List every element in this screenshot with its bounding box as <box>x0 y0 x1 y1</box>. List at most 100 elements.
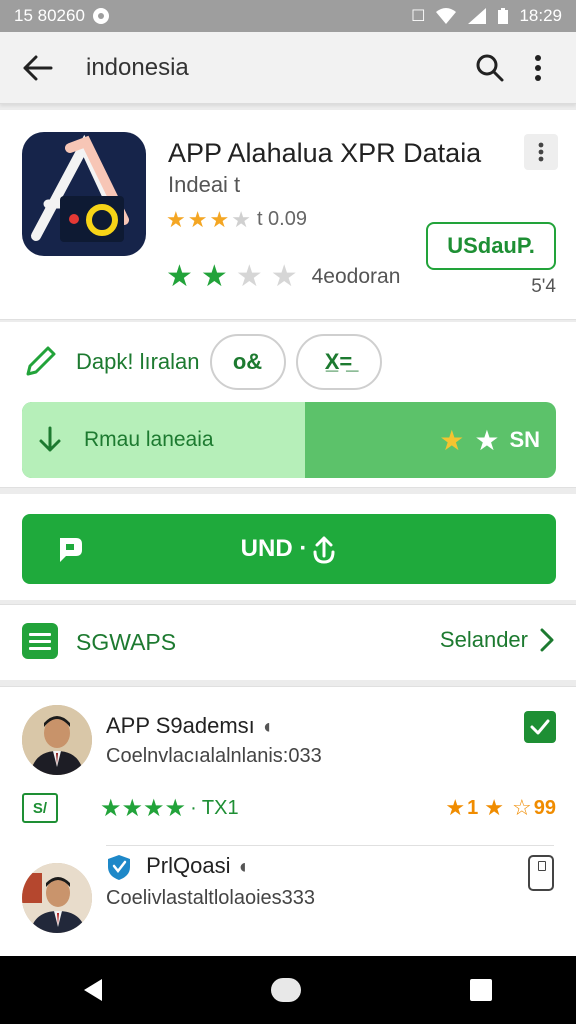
verified-icon: ◖ <box>236 856 249 878</box>
progress-right-text: SN <box>509 427 540 452</box>
star-icon: ★ <box>121 794 144 822</box>
star-gold-icon: ★ <box>439 424 465 456</box>
rating-row: ★ ★ ★ ★ t 0.09 <box>166 208 307 231</box>
search-icon <box>476 54 504 81</box>
checkmark-icon <box>530 719 550 735</box>
install-button[interactable]: UND · <box>22 514 556 584</box>
shield-icon <box>108 855 130 881</box>
nav-home-icon[interactable] <box>270 978 301 1002</box>
nav-recents-icon[interactable] <box>469 979 492 1001</box>
status-left-text: 15 80260 <box>14 6 85 25</box>
app-name: APP Alahalua XPR Dataia <box>168 138 482 168</box>
progress-label: Rmau laneaia <box>84 428 214 451</box>
item-stats-row: S/ ★ ★ ★ ★ · TX1 ★ 1 ★ ☆ 99 <box>22 793 556 823</box>
star-empty-icon: ★ <box>270 260 298 293</box>
list-icon <box>22 623 58 659</box>
chat-bubble-icon <box>60 538 82 562</box>
battery-icon <box>498 8 509 24</box>
person-photo-icon <box>22 863 92 933</box>
verified-icon: ◖ <box>260 716 274 738</box>
stat-box[interactable]: S/ <box>22 793 58 823</box>
upload-icon <box>313 536 335 564</box>
review-list: APP S9ademsı ◖ Coelnvlacıalalnlanis:033 … <box>0 686 576 956</box>
downloads-text: 4eodoran <box>311 265 401 288</box>
star-icon: ★ <box>143 794 165 822</box>
person-photo-icon <box>22 705 92 775</box>
progress-right: ★ ★ SN <box>439 424 540 457</box>
app-more-button[interactable] <box>524 134 558 170</box>
star-icon: ★ <box>445 795 466 820</box>
device-icon[interactable] <box>528 855 554 891</box>
back-arrow-icon <box>23 55 53 80</box>
list-item[interactable]: APP S9ademsı ◖ Coelnvlacıalalnlanis:033 … <box>0 687 576 847</box>
overflow-menu-icon <box>535 54 541 81</box>
top-app-bar: indonesia <box>0 32 576 104</box>
item-name-text: PrlQoasi <box>146 853 231 878</box>
orange-stat-1: 1 <box>467 796 479 819</box>
vertical-dots-icon <box>538 142 544 162</box>
app-size-text: 5'4 <box>531 276 556 297</box>
install-card: UND · <box>0 494 576 600</box>
chevron-right-icon <box>540 628 554 652</box>
status-time: 18:29 <box>519 6 562 25</box>
action-row: Dapk! lıralan o& X̲=̲ <box>22 334 382 390</box>
back-button[interactable] <box>14 44 62 92</box>
section-link-label: Selander <box>439 627 528 652</box>
progress-bar[interactable]: Rmau laneaia ★ ★ SN <box>22 402 556 478</box>
app-developer[interactable]: Indeai t <box>168 172 240 198</box>
rating-text: t 0.09 <box>256 208 307 230</box>
nav-back-icon[interactable] <box>84 979 103 1001</box>
avatar[interactable] <box>22 705 92 775</box>
install-label: UND · <box>240 535 308 562</box>
orange-stat-2: 99 <box>533 796 556 819</box>
star-icon: ★ <box>187 206 208 232</box>
star-icon: ★ <box>200 260 228 293</box>
item-name-text: APP S9ademsı <box>106 713 255 738</box>
notification-icon <box>92 8 109 24</box>
star-outline-icon: ☆ <box>512 795 532 820</box>
star-icon: ★ <box>100 794 122 822</box>
status-bar: 15 80260 ☐ 18:29 <box>0 0 576 32</box>
item-subtitle: Coelnvlacıalalnlanis:033 <box>106 745 322 767</box>
progress-content: Rmau laneaia ★ ★ SN <box>22 402 556 478</box>
item-name: APP S9ademsı ◖ <box>106 713 273 739</box>
list-item[interactable]: PrlQoasi ◖ Coelivlastaltlolaoies333 <box>0 847 576 957</box>
action-pill-2[interactable]: X̲=̲ <box>295 334 382 390</box>
avatar[interactable] <box>22 863 92 933</box>
app-card[interactable]: APP Alahalua XPR Dataia Indeai t ★ ★ ★ ★… <box>0 110 576 320</box>
star-icon: ★ <box>209 206 230 232</box>
search-button[interactable] <box>466 44 514 92</box>
star-white-icon: ★ <box>474 424 500 456</box>
search-query-title[interactable]: indonesia <box>62 54 466 82</box>
action-label[interactable]: Dapk! lıralan <box>76 349 200 375</box>
system-nav-bar <box>0 956 576 1024</box>
star-empty-icon: ★ <box>235 260 263 293</box>
section-link[interactable]: Selander <box>440 627 554 653</box>
actions-card: Dapk! lıralan o& X̲=̲ Rmau laneaia ★ ★ S… <box>0 322 576 488</box>
wifi-icon <box>436 8 457 24</box>
signal-icon <box>468 8 487 24</box>
star-icon: ★ <box>484 795 505 820</box>
green-rating: ★ ★ ★ ★ · TX1 <box>100 794 239 823</box>
star-empty-icon: ★ <box>231 206 251 232</box>
green-stat-value: TX1 <box>201 796 239 819</box>
divider <box>106 845 554 846</box>
checkbox[interactable] <box>524 711 556 743</box>
download-arrow-icon <box>39 426 61 452</box>
app-icon[interactable] <box>22 132 146 256</box>
section-header[interactable]: SGWAPS Selander <box>0 604 576 680</box>
update-button[interactable]: USdauP. <box>426 222 556 270</box>
pencil-icon <box>26 346 56 376</box>
overflow-menu-button[interactable] <box>514 44 562 92</box>
downloads-row: ★ ★ ★ ★ 4eodoran <box>166 262 400 292</box>
green-stat-text: · TX1 <box>190 796 239 819</box>
star-icon: ★ <box>164 794 187 822</box>
item-name: PrlQoasi ◖ <box>106 853 249 881</box>
vibrate-icon: ☐ <box>411 8 426 25</box>
action-pill-1[interactable]: o& <box>209 334 286 390</box>
star-icon: ★ <box>166 260 193 293</box>
star-icon: ★ <box>166 206 186 232</box>
orange-rating: ★ 1 ★ ☆ 99 <box>445 795 556 821</box>
section-title: SGWAPS <box>76 629 177 655</box>
item-subtitle: Coelivlastaltlolaoies333 <box>106 887 316 909</box>
